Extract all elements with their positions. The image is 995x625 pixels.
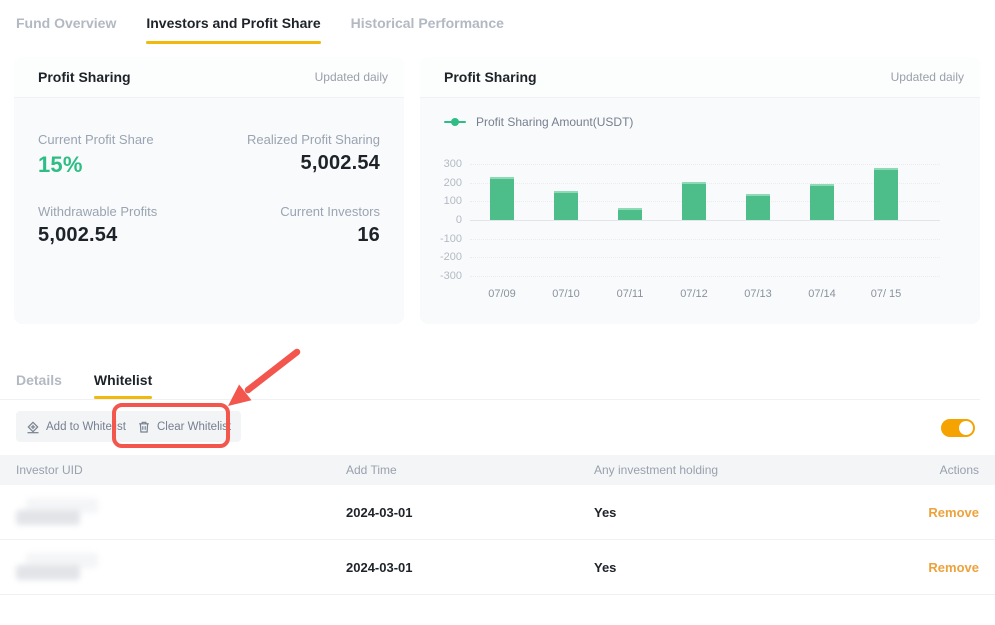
- stat-current-investors: Current Investors 16: [214, 204, 380, 247]
- chart-ytick-label: -200: [420, 251, 462, 263]
- trash-icon: [137, 420, 151, 434]
- top-tab-bar: Fund Overview Investors and Profit Share…: [16, 15, 504, 44]
- chart-gridline: [470, 239, 940, 240]
- summary-card-updated-label: Updated daily: [315, 70, 388, 84]
- chart-card-updated-label: Updated daily: [891, 70, 964, 84]
- sub-tabs-divider: [0, 399, 980, 400]
- cell-add-time: 2024-03-01: [346, 505, 594, 520]
- chart-xtick-label: 07/14: [790, 288, 854, 300]
- chart-xtick-label: 07/10: [534, 288, 598, 300]
- chart-gridline: [470, 164, 940, 165]
- add-to-whitelist-label: Add to Whitelist: [46, 421, 126, 433]
- stat-value: 16: [214, 224, 380, 247]
- stat-withdrawable-profits: Withdrawable Profits 5,002.54: [38, 204, 204, 247]
- tab-investors-profit-share[interactable]: Investors and Profit Share: [146, 15, 320, 44]
- header-add-time: Add Time: [346, 463, 594, 477]
- chart-xtick-label: 07/12: [662, 288, 726, 300]
- chart-bar: [618, 208, 642, 220]
- cell-holding: Yes: [594, 560, 875, 575]
- chart-card-title: Profit Sharing: [444, 69, 537, 85]
- stat-label: Withdrawable Profits: [38, 204, 204, 219]
- chart-bar: [874, 168, 898, 220]
- chart-xtick-label: 07/11: [598, 288, 662, 300]
- chart-ytick-label: -300: [420, 270, 462, 282]
- stat-label: Current Investors: [214, 204, 380, 219]
- chart-ytick-label: 100: [420, 195, 462, 207]
- stat-value: 15%: [38, 152, 204, 178]
- chart-ytick-label: 300: [420, 158, 462, 170]
- header-investor-uid: Investor UID: [0, 463, 346, 477]
- chart-gridline: [470, 276, 940, 277]
- tab-historical-performance[interactable]: Historical Performance: [351, 15, 504, 44]
- sub-tab-bar: Details Whitelist: [16, 372, 152, 399]
- cell-holding: Yes: [594, 505, 875, 520]
- toggle-knob: [959, 421, 973, 435]
- chart-ytick-label: 200: [420, 177, 462, 189]
- header-actions: Actions: [875, 463, 995, 477]
- table-header-row: Investor UID Add Time Any investment hol…: [0, 455, 995, 485]
- chart-gridline: [470, 201, 940, 202]
- table-row: 2024-03-01 Yes Remove: [0, 485, 995, 540]
- tab-fund-overview[interactable]: Fund Overview: [16, 15, 116, 44]
- legend-line-dot-icon: [444, 121, 466, 123]
- stat-value: 5,002.54: [214, 152, 380, 175]
- tab-whitelist[interactable]: Whitelist: [94, 372, 152, 399]
- stat-label: Realized Profit Sharing: [214, 132, 380, 147]
- page: Fund Overview Investors and Profit Share…: [0, 0, 995, 625]
- stat-label: Current Profit Share: [38, 132, 204, 147]
- legend-label: Profit Sharing Amount(USDT): [476, 115, 633, 129]
- summary-card-title: Profit Sharing: [38, 69, 131, 85]
- chart-xtick-label: 07/13: [726, 288, 790, 300]
- header-any-investment-holding: Any investment holding: [594, 463, 875, 477]
- remove-link[interactable]: Remove: [928, 560, 979, 575]
- table-row: 2024-03-01 Yes Remove: [0, 540, 995, 595]
- chart-ytick-label: -100: [420, 233, 462, 245]
- chart-ytick-label: 0: [420, 214, 462, 226]
- redacted-investor-uid: [16, 552, 106, 582]
- cell-add-time: 2024-03-01: [346, 560, 594, 575]
- stat-value: 5,002.54: [38, 224, 204, 247]
- chart-gridline: [470, 257, 940, 258]
- summary-stats-grid: Current Profit Share 15% Realized Profit…: [14, 98, 404, 247]
- whitelist-table: Investor UID Add Time Any investment hol…: [0, 455, 995, 595]
- chart-bar: [490, 177, 514, 220]
- remove-link[interactable]: Remove: [928, 505, 979, 520]
- add-to-whitelist-button[interactable]: Add to Whitelist: [16, 411, 136, 442]
- chart-card-header: Profit Sharing Updated daily: [420, 57, 980, 98]
- chart-bar: [746, 194, 770, 220]
- chart-xtick-label: 07/09: [470, 288, 534, 300]
- clear-whitelist-button[interactable]: Clear Whitelist: [127, 411, 241, 442]
- annotation-red-arrow: [212, 340, 312, 412]
- profit-sharing-summary-card: Profit Sharing Updated daily Current Pro…: [14, 57, 404, 324]
- whitelist-toggle[interactable]: [941, 419, 975, 437]
- tab-details[interactable]: Details: [16, 372, 62, 399]
- chart-bar: [682, 182, 706, 220]
- chart-bar: [810, 184, 834, 220]
- chart-gridline: [470, 220, 940, 221]
- stat-current-profit-share: Current Profit Share 15%: [38, 132, 204, 178]
- profit-sharing-chart-card: Profit Sharing Updated daily Profit Shar…: [420, 57, 980, 324]
- clear-whitelist-label: Clear Whitelist: [157, 421, 231, 433]
- summary-card-header: Profit Sharing Updated daily: [14, 57, 404, 98]
- chart-gridline: [470, 183, 940, 184]
- redacted-investor-uid: [16, 497, 106, 527]
- chart-bar: [554, 191, 578, 220]
- chart-xtick-label: 07/ 15: [854, 288, 918, 300]
- add-diamond-icon: [26, 420, 40, 434]
- stat-realized-profit-sharing: Realized Profit Sharing 5,002.54: [214, 132, 380, 178]
- chart-legend: Profit Sharing Amount(USDT): [444, 115, 633, 129]
